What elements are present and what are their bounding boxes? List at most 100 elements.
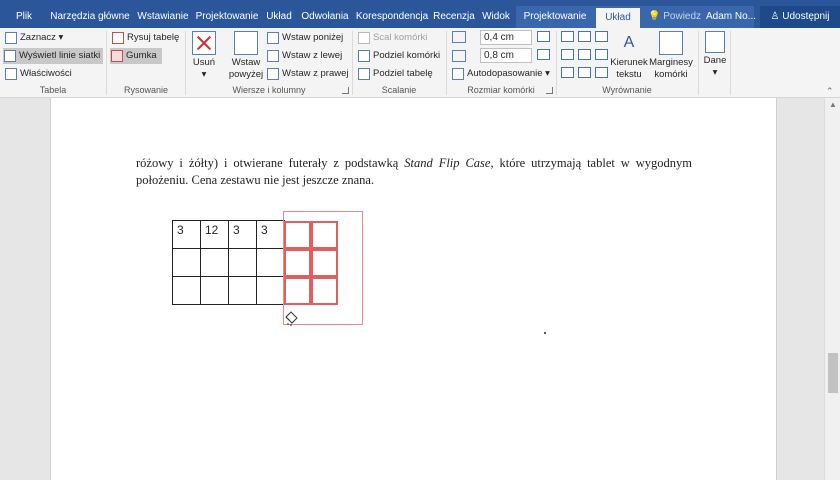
eraser-icon [111, 50, 123, 62]
table-row [172, 248, 285, 277]
table-cell[interactable]: 3 [172, 220, 201, 249]
group-label-rows-cols: Wiersze i kolumny [232, 85, 306, 95]
properties-button[interactable]: Właściwości [4, 66, 72, 82]
cell-margins-button[interactable]: Marginesy komórki [648, 31, 694, 81]
data-button[interactable]: Dane ▾ [702, 31, 728, 79]
erased-cell-highlight [284, 277, 311, 305]
delete-button[interactable]: Usuń ▾ [188, 31, 220, 81]
table-cell[interactable] [200, 248, 229, 277]
tab-insert[interactable]: Wstawianie [134, 6, 192, 28]
table-cell[interactable]: 3 [228, 220, 257, 249]
align-middle-left-icon[interactable] [561, 49, 574, 60]
scrollbar-thumb[interactable] [828, 353, 838, 393]
tab-home[interactable]: Narzędzia główne [48, 6, 132, 28]
autofit-icon [452, 68, 464, 80]
erased-cell-highlight [284, 249, 311, 277]
insert-below-button[interactable]: Wstaw poniżej [266, 30, 343, 46]
tab-references[interactable]: Odwołania [298, 6, 352, 28]
row-height-icon [452, 31, 466, 43]
tell-me-box[interactable]: 💡 Powiedz [648, 6, 701, 28]
tab-mailings[interactable]: Korespondencja [354, 6, 430, 28]
document-table[interactable]: 3 12 3 3 [172, 220, 285, 305]
table-cell[interactable] [256, 248, 285, 277]
insert-above-button[interactable]: Wstaw powyżej [226, 31, 266, 81]
merge-cells-icon [358, 32, 370, 44]
data-icon [705, 31, 725, 53]
eraser-icon [285, 311, 298, 326]
tab-table-design[interactable]: Projektowanie [520, 6, 590, 28]
table-cell[interactable]: 12 [200, 220, 229, 249]
insert-left-button[interactable]: Wstaw z lewej [266, 48, 342, 64]
split-table-button[interactable]: Podziel tabelę [357, 66, 433, 82]
group-label-alignment: Wyrównanie [602, 85, 652, 95]
align-middle-center-icon[interactable] [578, 49, 591, 60]
erased-cell-highlight [311, 221, 338, 249]
group-separator [698, 31, 699, 95]
delete-table-icon [192, 31, 216, 55]
share-label: Udostępnij [782, 11, 830, 22]
erased-cell-highlight [311, 277, 338, 305]
select-button[interactable]: Zaznacz ▾ [4, 30, 63, 46]
table-cell[interactable] [228, 248, 257, 277]
view-gridlines-button[interactable]: Wyświetl linie siatki [3, 48, 103, 64]
vertical-scrollbar[interactable]: ▲ [824, 98, 840, 480]
tab-review[interactable]: Recenzja [432, 6, 476, 28]
distribute-columns-icon[interactable] [537, 49, 550, 60]
table-cell[interactable] [200, 276, 229, 305]
group-label-cell-size: Rozmiar komórki [467, 85, 535, 95]
group-label-table: Tabela [39, 85, 67, 95]
table-cell[interactable] [256, 276, 285, 305]
align-bottom-center-icon[interactable] [578, 67, 591, 78]
eraser-button[interactable]: Gumka [110, 48, 162, 64]
ribbon-tab-bar: Plik Narzędzia główne Wstawianie Projekt… [0, 6, 840, 28]
properties-icon [5, 68, 17, 80]
pencil-icon [112, 32, 124, 44]
align-top-right-icon[interactable] [595, 31, 608, 42]
tab-file[interactable]: Plik [8, 6, 40, 28]
align-middle-right-icon[interactable] [595, 49, 608, 60]
table-row [172, 276, 285, 305]
group-label-draw: Rysowanie [123, 85, 169, 95]
insert-right-icon [267, 68, 279, 80]
cell-margins-icon [659, 31, 683, 55]
tab-design[interactable]: Projektowanie [194, 6, 260, 28]
table-cell[interactable] [172, 276, 201, 305]
table-cell[interactable]: 3 [256, 220, 285, 249]
tab-table-layout[interactable]: Układ [596, 8, 640, 28]
body-paragraph[interactable]: różowy i żółty) i otwierane futerały z p… [136, 155, 692, 189]
align-top-center-icon[interactable] [578, 31, 591, 42]
align-top-left-icon[interactable] [561, 31, 574, 42]
group-label-merge: Scalanie [381, 85, 417, 95]
insert-right-button[interactable]: Wstaw z prawej [266, 66, 349, 82]
table-cell[interactable] [228, 276, 257, 305]
user-account[interactable]: Adam No... [704, 6, 758, 28]
text-direction-icon: A [623, 34, 635, 51]
cell-size-launcher-icon[interactable] [546, 87, 553, 94]
text-direction-button[interactable]: A Kierunek tekstu [609, 31, 649, 81]
share-button[interactable]: ♙ Udostępnij [760, 6, 840, 28]
align-bottom-left-icon[interactable] [561, 67, 574, 78]
autofit-button[interactable]: Autodopasowanie ▾ [451, 66, 550, 82]
tab-view[interactable]: Widok [478, 6, 514, 28]
tab-layout[interactable]: Układ [262, 6, 296, 28]
cursor-mark [544, 332, 546, 334]
collapse-ribbon-icon[interactable]: ⌃ [826, 86, 834, 97]
rows-cols-launcher-icon[interactable] [342, 87, 349, 94]
align-bottom-right-icon[interactable] [595, 67, 608, 78]
insert-below-icon [267, 32, 279, 44]
split-cells-button[interactable]: Podziel komórki [357, 48, 440, 64]
column-width-field[interactable]: 0,8 cm [480, 48, 532, 63]
split-cells-icon [358, 50, 370, 62]
draw-table-button[interactable]: Rysuj tabelę [111, 30, 179, 46]
merge-cells-button[interactable]: Scal komórki [357, 30, 427, 46]
table-cell[interactable] [172, 248, 201, 277]
table-row: 3 12 3 3 [172, 220, 285, 249]
scroll-up-icon[interactable]: ▲ [829, 100, 837, 109]
product-name: Stand Flip Case [404, 156, 491, 170]
erased-cell-highlight [311, 249, 338, 277]
distribute-rows-icon[interactable] [537, 31, 550, 42]
split-table-icon [358, 68, 370, 80]
lightbulb-icon: 💡 [648, 11, 661, 22]
person-icon: ♙ [770, 11, 780, 22]
row-height-field[interactable]: 0,4 cm [480, 30, 532, 45]
